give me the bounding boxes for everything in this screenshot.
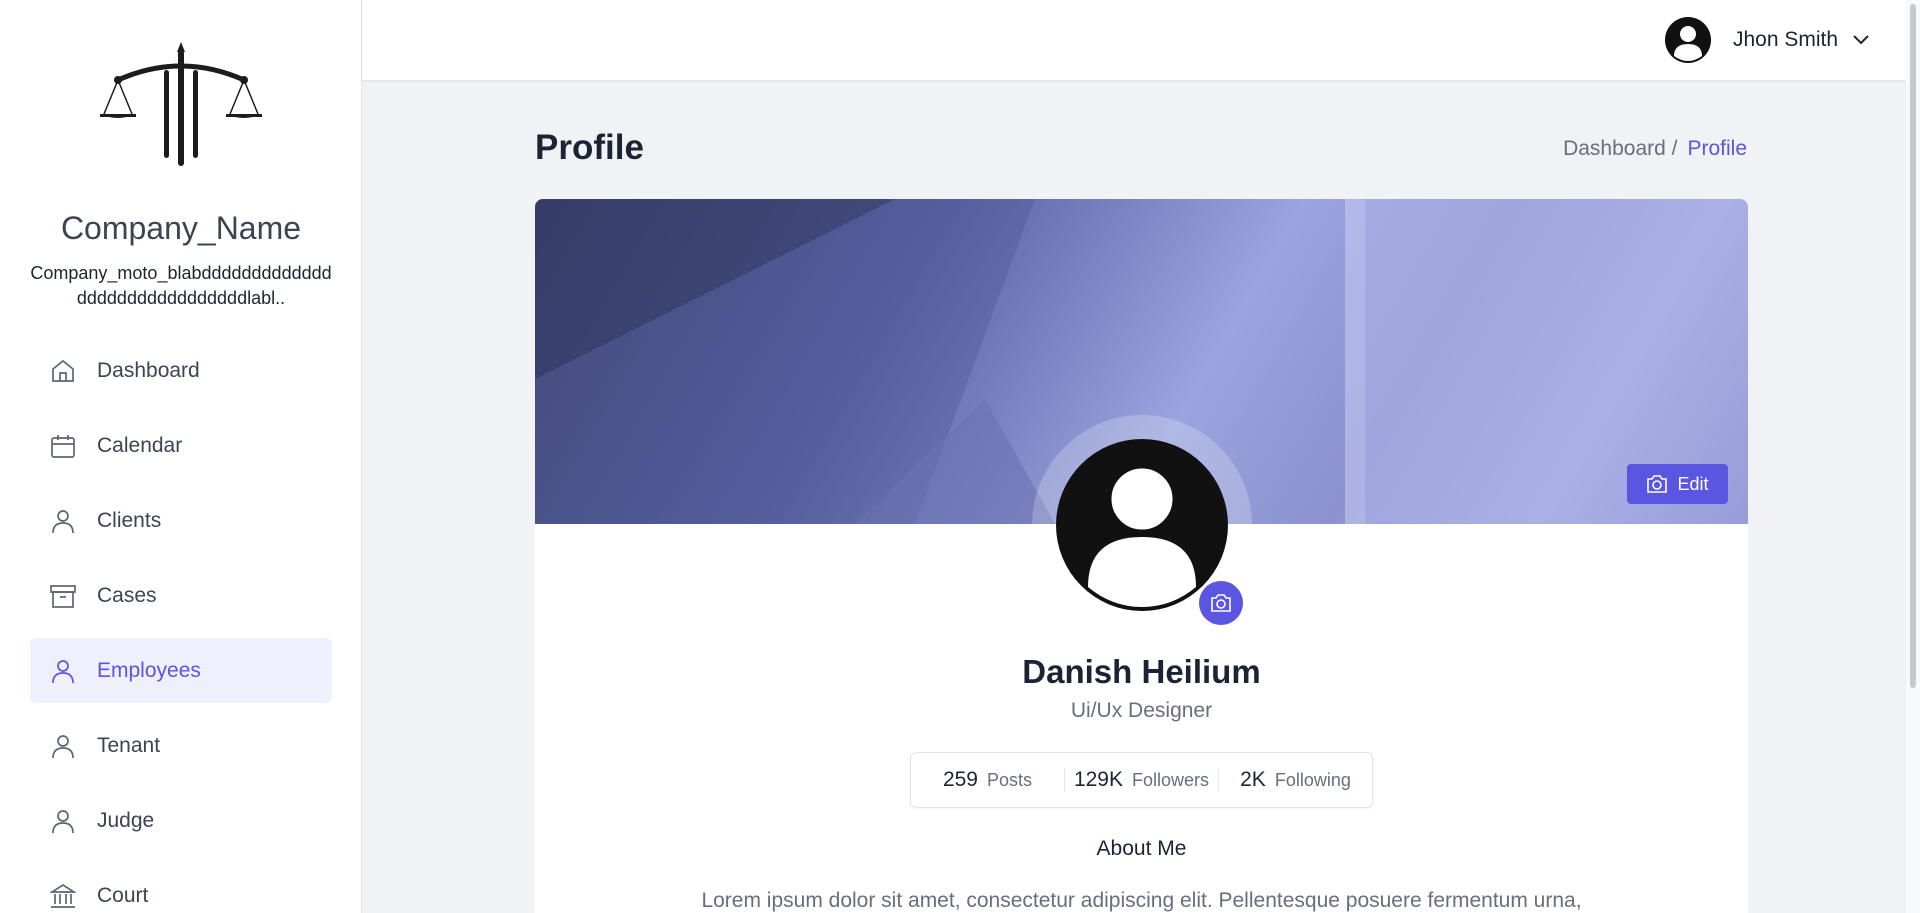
user-icon — [52, 810, 74, 834]
page-title: Profile — [535, 128, 644, 167]
sidebar-item-label: Judge — [97, 808, 155, 832]
user-icon — [52, 510, 74, 534]
stat-label: Following — [1274, 770, 1351, 790]
about-me-text: Lorem ipsum dolor sit amet, consectetur … — [701, 889, 1582, 912]
company-moto: Company_moto_blabddddddddddddddddddddddd… — [30, 263, 332, 308]
stat-label: Followers — [1132, 770, 1210, 790]
sidebar-item-employees[interactable]: Employees — [30, 638, 332, 703]
stat-value: 129K — [1073, 768, 1123, 791]
sidebar-item-label: Employees — [97, 658, 201, 682]
stat-value: 259 — [942, 768, 978, 791]
sidebar-item-court[interactable]: Court — [30, 863, 332, 913]
bank-icon — [50, 883, 76, 908]
sidebar: Company_Name Company_moto_blabdddddddddd… — [0, 0, 362, 913]
sidebar-nav: Dashboard Calendar Clients Cases Employe… — [30, 338, 332, 913]
user-icon — [52, 735, 74, 759]
sidebar-item-label: Court — [97, 883, 149, 907]
profile-name: Danish Heilium — [1022, 653, 1261, 690]
edit-cover-button[interactable]: Edit — [1627, 464, 1728, 504]
sidebar-item-dashboard[interactable]: Dashboard — [30, 338, 332, 403]
about-me-heading: About Me — [1096, 837, 1187, 860]
sidebar-item-label: Dashboard — [97, 358, 200, 382]
breadcrumb-dashboard-link[interactable]: Dashboard / — [1563, 137, 1677, 161]
camera-icon — [1647, 475, 1668, 493]
app: Company_Name Company_moto_blabdddddddddd… — [0, 0, 1920, 913]
chevron-down-icon — [1853, 35, 1869, 45]
stat-label: Posts — [987, 770, 1033, 790]
scales-of-justice-logo — [100, 42, 262, 166]
stat-following: 2K Following — [1218, 768, 1372, 792]
profile-stats: 259 Posts 129K Followers 2K Following — [910, 752, 1373, 808]
profile-role: Ui/Ux Designer — [1070, 699, 1213, 722]
sidebar-item-tenant[interactable]: Tenant — [30, 713, 332, 778]
sidebar-item-calendar[interactable]: Calendar — [30, 413, 332, 478]
stat-followers: 129K Followers — [1064, 768, 1218, 792]
sidebar-item-clients[interactable]: Clients — [30, 488, 332, 553]
user-name: Jhon Smith — [1733, 28, 1839, 51]
change-avatar-button[interactable] — [1199, 581, 1243, 625]
sidebar-item-label: Cases — [97, 583, 157, 607]
profile-card: Edit Danish Heilium Ui/Ux Designer 259 P… — [535, 199, 1748, 913]
company-name: Company_Name — [60, 210, 302, 246]
sidebar-item-judge[interactable]: Judge — [30, 788, 332, 853]
scrollbar-thumb[interactable] — [1910, 4, 1916, 688]
camera-icon — [1211, 594, 1231, 612]
breadcrumb-current: Profile — [1687, 137, 1747, 160]
top-header: Jhon Smith — [362, 0, 1920, 80]
stat-value: 2K — [1240, 768, 1266, 791]
user-icon — [52, 660, 74, 684]
archive-icon — [50, 585, 76, 608]
sidebar-item-label: Tenant — [97, 733, 161, 757]
home-icon — [52, 359, 74, 382]
user-menu[interactable]: Jhon Smith — [1664, 16, 1870, 64]
sidebar-item-cases[interactable]: Cases — [30, 563, 332, 628]
stat-posts: 259 Posts — [911, 768, 1064, 792]
breadcrumb: Dashboard / Profile — [1563, 137, 1747, 161]
sidebar-item-label: Calendar — [97, 433, 183, 457]
sidebar-item-label: Clients — [97, 508, 162, 532]
user-avatar-icon — [1665, 17, 1711, 63]
profile-avatar — [1056, 439, 1228, 611]
edit-cover-label: Edit — [1677, 473, 1709, 494]
calendar-icon — [51, 435, 75, 458]
